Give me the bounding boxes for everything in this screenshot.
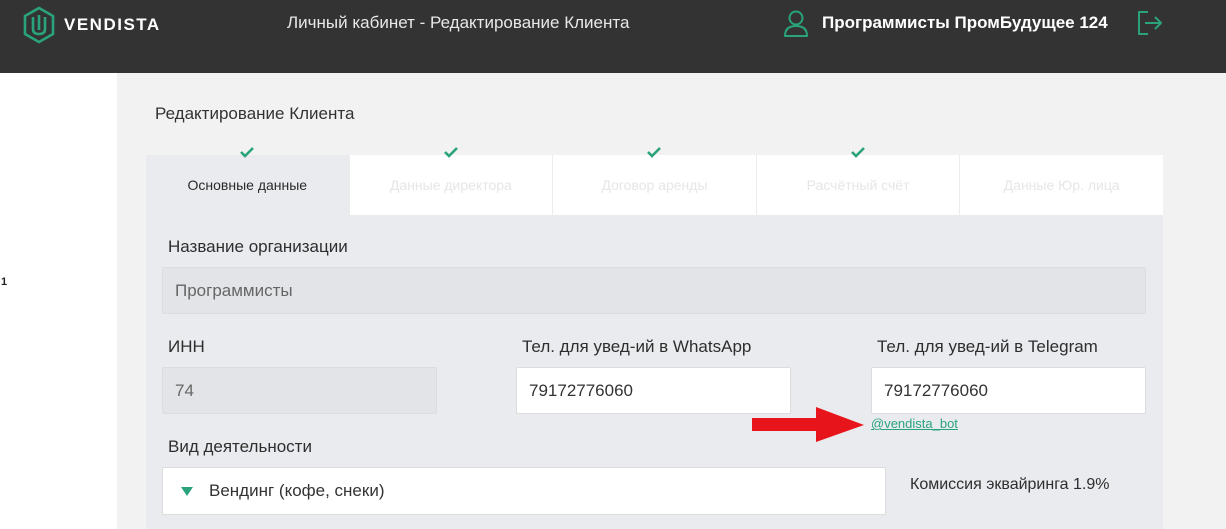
vendista-logo-icon	[23, 6, 55, 44]
tab-lease-contract[interactable]: Договор аренды	[553, 147, 757, 215]
telegram-label: Тел. для увед-ий в Telegram	[877, 337, 1098, 356]
sidebar-mark: 1	[1, 276, 8, 288]
logo-text: VENDISTA	[64, 15, 161, 34]
step-tabs: Основные данные Данные директора Договор…	[146, 147, 1163, 215]
org-name-label: Название организации	[168, 237, 348, 256]
whatsapp-label: Тел. для увед-ий в WhatsApp	[522, 337, 752, 356]
tab-legal-entity[interactable]: Данные Юр. лица	[960, 155, 1163, 215]
activity-selected-value: Вендинг (кофе, снеки)	[209, 481, 385, 500]
telegram-bot-link[interactable]: @vendista_bot	[871, 416, 958, 431]
logout-icon[interactable]	[1136, 9, 1164, 42]
vendista-logo[interactable]: VENDISTA	[22, 6, 161, 44]
header-title: Личный кабинет - Редактирование Клиента	[287, 13, 630, 32]
check-icon	[240, 147, 255, 158]
check-icon	[851, 147, 865, 158]
telegram-phone-input[interactable]: 79172776060	[871, 367, 1146, 414]
inn-label: ИНН	[168, 337, 205, 356]
acquiring-commission: Комиссия эквайринга 1.9%	[910, 476, 1110, 493]
tab-label: Данные директора	[389, 177, 512, 193]
top-header: VENDISTA Личный кабинет - Редактирование…	[0, 0, 1226, 73]
tab-label: Расчётный счёт	[806, 177, 910, 193]
tab-label: Основные данные	[187, 177, 308, 193]
check-icon	[647, 147, 662, 158]
annotation-arrow-icon	[752, 407, 864, 442]
user-icon[interactable]	[783, 9, 809, 42]
org-name-input[interactable]: Программисты	[162, 267, 1146, 314]
whatsapp-phone-input[interactable]: 79172776060	[516, 367, 791, 414]
tab-label: Договор аренды	[601, 177, 708, 193]
activity-label: Вид деятельности	[168, 437, 312, 456]
activity-select[interactable]: Вендинг (кофе, снеки)	[162, 467, 886, 515]
check-icon	[443, 147, 458, 158]
tab-basic-data[interactable]: Основные данные	[146, 147, 350, 215]
page-title: Редактирование Клиента	[155, 104, 355, 123]
user-name[interactable]: Программисты ПромБудущее 124	[822, 13, 1108, 33]
caret-down-icon	[181, 486, 193, 496]
inn-input[interactable]: 74	[162, 367, 437, 414]
tab-bank-account[interactable]: Расчётный счёт	[756, 147, 961, 215]
left-sidebar	[0, 73, 117, 529]
tab-label: Данные Юр. лица	[1003, 177, 1120, 193]
tab-director-data[interactable]: Данные директора	[349, 147, 554, 215]
